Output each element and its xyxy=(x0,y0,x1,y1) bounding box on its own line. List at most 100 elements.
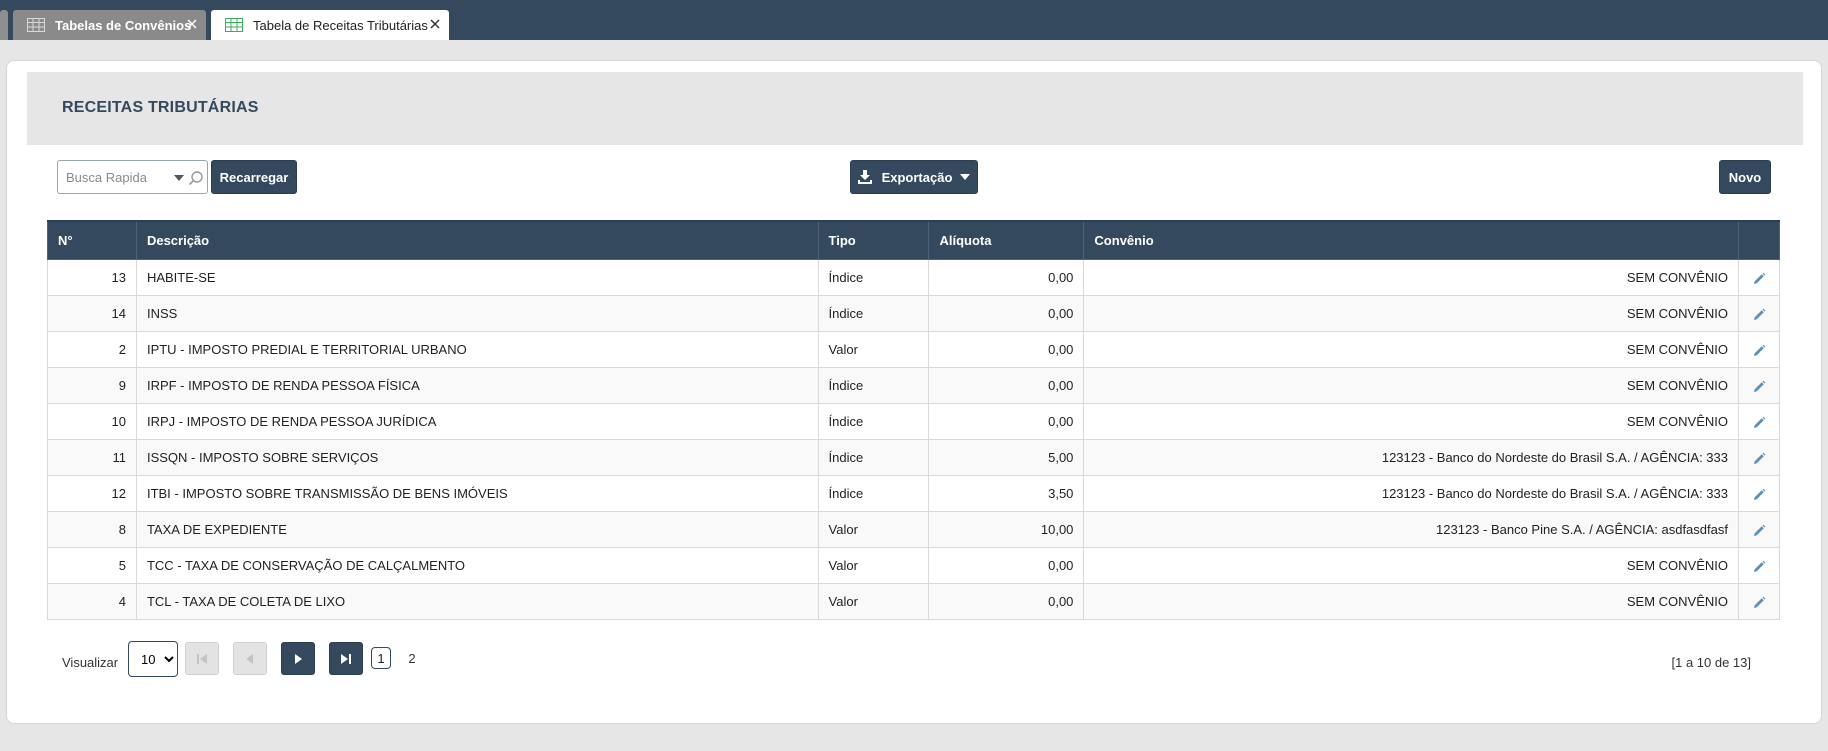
cell-numero: 10 xyxy=(47,402,137,440)
page-number-current[interactable]: 1 xyxy=(371,647,391,669)
pencil-icon[interactable] xyxy=(1752,272,1766,286)
cell-descricao: IRPF - IMPOSTO DE RENDA PESSOA FÍSICA xyxy=(135,366,819,404)
cell-numero: 2 xyxy=(47,330,137,368)
table-row[interactable]: 2 IPTU - IMPOSTO PREDIAL E TERRITORIAL UR… xyxy=(47,330,1781,368)
cell-aliquota: 5,00 xyxy=(928,438,1085,476)
cell-tipo: Índice xyxy=(817,402,930,440)
export-button[interactable]: Exportação xyxy=(850,160,978,194)
cell-tipo: Índice xyxy=(817,438,930,476)
cell-tipo: Índice xyxy=(817,366,930,404)
cell-convenio: SEM CONVÊNIO xyxy=(1083,546,1739,584)
record-range-info: [1 a 10 de 13] xyxy=(1671,655,1751,670)
page-size-select[interactable]: 10 xyxy=(128,641,178,677)
cell-descricao: INSS xyxy=(135,294,819,332)
edit-cell xyxy=(1737,330,1781,368)
edit-cell xyxy=(1737,546,1781,584)
cell-tipo: Índice xyxy=(817,258,930,296)
cell-descricao: TCL - TAXA DE COLETA DE LIXO xyxy=(135,582,819,620)
page-number[interactable]: 2 xyxy=(402,647,422,669)
search-input[interactable] xyxy=(58,161,170,193)
cell-descricao: TCC - TAXA DE CONSERVAÇÃO DE CALÇALMENTO xyxy=(135,546,819,584)
cell-numero: 4 xyxy=(47,582,137,620)
edit-cell xyxy=(1737,258,1781,296)
cell-aliquota: 10,00 xyxy=(928,510,1085,548)
pencil-icon[interactable] xyxy=(1752,380,1766,394)
edit-cell xyxy=(1737,366,1781,404)
cell-numero: 5 xyxy=(47,546,137,584)
cell-convenio: 123123 - Banco do Nordeste do Brasil S.A… xyxy=(1083,474,1739,512)
column-header-descricao[interactable]: Descrição xyxy=(135,220,819,260)
pencil-icon[interactable] xyxy=(1752,452,1766,466)
cell-tipo: Valor xyxy=(817,510,930,548)
search-icon[interactable] xyxy=(188,170,204,186)
pencil-icon[interactable] xyxy=(1752,344,1766,358)
page-size-label: Visualizar xyxy=(62,655,119,670)
cell-convenio: 123123 - Banco Pine S.A. / AGÊNCIA: asdf… xyxy=(1083,510,1739,548)
cell-convenio: SEM CONVÊNIO xyxy=(1083,294,1739,332)
edit-cell xyxy=(1737,438,1781,476)
cell-convenio: SEM CONVÊNIO xyxy=(1083,402,1739,440)
edit-cell xyxy=(1737,474,1781,512)
last-page-button[interactable] xyxy=(329,642,363,675)
cell-descricao: HABITE-SE xyxy=(135,258,819,296)
prev-page-button[interactable] xyxy=(233,642,267,675)
reload-button[interactable]: Recarregar xyxy=(211,160,297,194)
column-header-aliquota[interactable]: Alíquota xyxy=(928,220,1085,260)
pencil-icon[interactable] xyxy=(1752,560,1766,574)
cell-aliquota: 0,00 xyxy=(928,402,1085,440)
cell-aliquota: 3,50 xyxy=(928,474,1085,512)
cell-numero: 11 xyxy=(47,438,137,476)
cell-convenio: 123123 - Banco do Nordeste do Brasil S.A… xyxy=(1083,438,1739,476)
cell-tipo: Índice xyxy=(817,294,930,332)
column-header-tipo[interactable]: Tipo xyxy=(817,220,930,260)
table-body: 13 HABITE-SE Índice 0,00 SEM CONVÊNIO 14 INSS Í… xyxy=(47,258,1781,620)
table-row[interactable]: 11 ISSQN - IMPOSTO SOBRE SERVIÇOS Índice 5,… xyxy=(47,438,1781,476)
edit-cell xyxy=(1737,402,1781,440)
table-row[interactable]: 8 TAXA DE EXPEDIENTE Valor 10,00 123123 - Ba… xyxy=(47,510,1781,548)
cell-descricao: TAXA DE EXPEDIENTE xyxy=(135,510,819,548)
next-page-button[interactable] xyxy=(281,642,315,675)
table-row[interactable]: 5 TCC - TAXA DE CONSERVAÇÃO DE CALÇALMENT… xyxy=(47,546,1781,584)
table-row[interactable]: 10 IRPJ - IMPOSTO DE RENDA PESSOA JURÍDIC… xyxy=(47,402,1781,440)
cell-aliquota: 0,00 xyxy=(928,366,1085,404)
export-label: Exportação xyxy=(881,169,953,185)
tab-tabela-de-receitas-tributarias[interactable]: Tabela de Receitas Tributárias xyxy=(211,10,449,40)
tab-overflow-stub[interactable] xyxy=(0,10,8,40)
first-page-button[interactable] xyxy=(185,642,219,675)
pencil-icon[interactable] xyxy=(1752,308,1766,322)
close-icon[interactable] xyxy=(186,18,198,30)
quick-search[interactable] xyxy=(57,160,208,194)
table-row[interactable]: 12 ITBI - IMPOSTO SOBRE TRANSMISSÃO DE BE… xyxy=(47,474,1781,512)
table-grid-icon xyxy=(27,18,45,32)
chevron-down-icon[interactable] xyxy=(174,174,184,182)
cell-numero: 9 xyxy=(47,366,137,404)
tab-tabelas-de-convenios[interactable]: Tabelas de Convênios xyxy=(13,10,206,40)
tab-label: Tabelas de Convênios xyxy=(55,17,192,33)
pencil-icon[interactable] xyxy=(1752,524,1766,538)
column-header-convenio[interactable]: Convênio xyxy=(1083,220,1739,260)
pencil-icon[interactable] xyxy=(1752,596,1766,610)
cell-convenio: SEM CONVÊNIO xyxy=(1083,258,1739,296)
table-row[interactable]: 13 HABITE-SE Índice 0,00 SEM CONVÊNIO xyxy=(47,258,1781,296)
table-row[interactable]: 14 INSS Índice 0,00 SEM CONVÊNIO xyxy=(47,294,1781,332)
pencil-icon[interactable] xyxy=(1752,416,1766,430)
cell-convenio: SEM CONVÊNIO xyxy=(1083,330,1739,368)
column-header-numero[interactable]: N° xyxy=(47,220,137,260)
cell-tipo: Valor xyxy=(817,546,930,584)
cell-aliquota: 0,00 xyxy=(928,582,1085,620)
cell-descricao: IPTU - IMPOSTO PREDIAL E TERRITORIAL URB… xyxy=(135,330,819,368)
title-bar: RECEITAS TRIBUTÁRIAS xyxy=(27,72,1803,145)
table-row[interactable]: 9 IRPF - IMPOSTO DE RENDA PESSOA FÍSICA Ín… xyxy=(47,366,1781,404)
new-button[interactable]: Novo xyxy=(1719,160,1771,194)
pencil-icon[interactable] xyxy=(1752,488,1766,502)
column-header-actions xyxy=(1737,220,1781,260)
cell-tipo: Índice xyxy=(817,474,930,512)
cell-numero: 8 xyxy=(47,510,137,548)
cell-tipo: Valor xyxy=(817,330,930,368)
table-header-row: N° Descrição Tipo Alíquota Convênio xyxy=(47,220,1781,260)
main-panel: RECEITAS TRIBUTÁRIAS Recarregar Exportaç… xyxy=(6,60,1822,724)
cell-aliquota: 0,00 xyxy=(928,258,1085,296)
close-icon[interactable] xyxy=(429,18,441,30)
table-row[interactable]: 4 TCL - TAXA DE COLETA DE LIXO Valor 0,00 SE… xyxy=(47,582,1781,620)
edit-cell xyxy=(1737,582,1781,620)
